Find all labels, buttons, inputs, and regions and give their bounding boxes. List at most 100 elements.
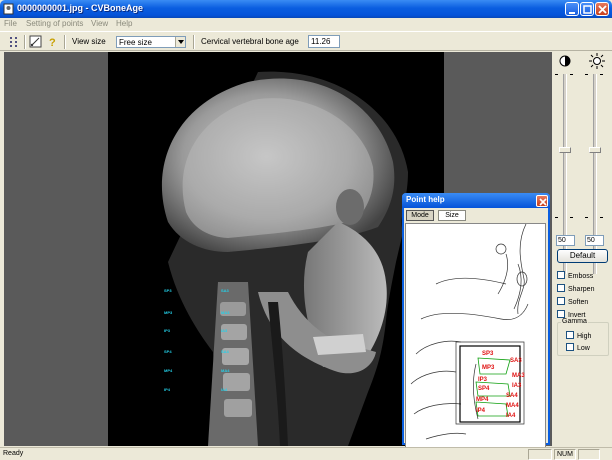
vertebra-diagram: SP3 SA3 MP3 MA3 IP3 IA3 SP4 SA4 MP4 MA4 … bbox=[405, 223, 546, 457]
chevron-down-icon bbox=[175, 37, 185, 47]
slider-tick bbox=[585, 74, 588, 75]
checkbox-box bbox=[566, 343, 574, 351]
soften-label: Soften bbox=[568, 299, 589, 306]
app-icon bbox=[3, 3, 14, 15]
status-cell bbox=[578, 449, 600, 460]
landmark-label: IA4 bbox=[221, 387, 228, 392]
close-icon bbox=[598, 5, 607, 14]
bone-age-value: 11.26 bbox=[308, 35, 340, 48]
gamma-group: Gamma High Low bbox=[557, 318, 609, 356]
landmark-label: SA3 bbox=[221, 288, 229, 293]
landmark-label: IP4 bbox=[164, 387, 171, 392]
tab-mode[interactable]: Mode bbox=[406, 210, 434, 221]
status-bar: Ready NUM bbox=[0, 447, 612, 460]
landmark-label: SA4 bbox=[506, 393, 518, 399]
landmark-label: MP3 bbox=[164, 310, 173, 315]
xray-image[interactable]: SP3 MP3 IP3 SP4 MP4 IP4 SA3 MA3 IA3 SA4 … bbox=[108, 52, 444, 446]
skull-xray-image bbox=[161, 71, 408, 446]
landmark-label: IP4 bbox=[476, 408, 486, 414]
landmark-label: MA3 bbox=[221, 310, 230, 315]
status-text: Ready bbox=[3, 450, 24, 457]
brightness-value[interactable]: 50 bbox=[585, 235, 604, 246]
menu-bar: File Setting of points View Help bbox=[0, 18, 612, 31]
landmark-label: SP4 bbox=[164, 349, 172, 354]
view-size-value: Free size bbox=[119, 38, 152, 47]
checkbox-box bbox=[557, 284, 565, 292]
menu-view[interactable]: View bbox=[91, 19, 108, 28]
slider-tick bbox=[570, 74, 573, 75]
landmark-label: MA4 bbox=[506, 403, 519, 409]
landmark-label: MP3 bbox=[482, 365, 495, 371]
maximize-icon bbox=[583, 5, 592, 14]
close-button[interactable] bbox=[595, 2, 609, 16]
bone-age-label: Cervical vertebral bone age bbox=[201, 37, 299, 46]
landmark-label: MP4 bbox=[164, 368, 173, 373]
brightness-icon bbox=[589, 53, 605, 69]
view-size-select[interactable]: Free size bbox=[116, 36, 186, 48]
gamma-low-checkbox[interactable]: Low bbox=[566, 343, 590, 353]
minimize-icon bbox=[569, 12, 575, 14]
slider-tick bbox=[555, 217, 558, 218]
slider-tick bbox=[555, 74, 558, 75]
landmark-label: IP3 bbox=[164, 328, 171, 333]
landmark-label: IA4 bbox=[506, 413, 516, 419]
soften-checkbox[interactable]: Soften bbox=[557, 297, 588, 307]
maximize-button[interactable] bbox=[580, 2, 594, 16]
landmark-label: SP4 bbox=[478, 386, 490, 392]
brightness-slider-thumb[interactable] bbox=[589, 147, 601, 153]
emboss-checkbox[interactable]: Emboss bbox=[557, 271, 593, 281]
view-size-label: View size bbox=[72, 37, 106, 46]
menu-help[interactable]: Help bbox=[116, 19, 132, 28]
toolbar-separator bbox=[193, 35, 195, 49]
landmark-label: IA3 bbox=[512, 383, 522, 389]
gamma-low-label: Low bbox=[577, 345, 590, 352]
menu-file[interactable]: File bbox=[4, 19, 17, 28]
landmark-label: IA3 bbox=[221, 328, 228, 333]
close-icon bbox=[539, 198, 547, 206]
help-icon[interactable]: ? bbox=[47, 35, 60, 48]
emboss-label: Emboss bbox=[568, 273, 594, 280]
num-lock-indicator: NUM bbox=[554, 449, 576, 460]
checkbox-box bbox=[557, 271, 565, 279]
landmark-label: SP3 bbox=[164, 288, 172, 293]
cervical-vertebra-sketch bbox=[410, 224, 529, 440]
point-help-title-bar[interactable]: Point help bbox=[402, 193, 550, 208]
gamma-high-label: High bbox=[577, 333, 592, 340]
contrast-icon bbox=[559, 55, 571, 67]
contrast-value[interactable]: 50 bbox=[556, 235, 575, 246]
landmark-label: MA3 bbox=[512, 373, 525, 379]
tab-size[interactable]: Size bbox=[438, 210, 466, 221]
svg-text:?: ? bbox=[49, 37, 56, 48]
landmark-label: SA4 bbox=[221, 349, 229, 354]
contrast-slider-thumb[interactable] bbox=[559, 147, 571, 153]
minimize-button[interactable] bbox=[565, 2, 579, 16]
gamma-high-checkbox[interactable]: High bbox=[566, 331, 591, 341]
title-bar: 0000000001.jpg - CVBoneAge bbox=[0, 0, 612, 18]
toolbar-separator bbox=[24, 35, 26, 49]
sharpen-checkbox[interactable]: Sharpen bbox=[557, 284, 594, 294]
checkbox-box bbox=[566, 331, 574, 339]
point-help-title: Point help bbox=[406, 195, 445, 204]
status-cell bbox=[528, 449, 552, 460]
landmark-label: SP3 bbox=[482, 351, 494, 357]
toolbar-separator bbox=[64, 35, 66, 49]
default-button[interactable]: Default bbox=[557, 249, 608, 263]
point-help-body: Mode Size SP3 SA3 MP3 MA3 IP3 IA3 SP4 SA… bbox=[404, 208, 548, 457]
landmark-label: IP3 bbox=[478, 377, 488, 383]
toolbar: ? View size Free size Cervical vertebral… bbox=[0, 31, 612, 51]
landmark-label: MP4 bbox=[476, 397, 489, 403]
window-title: 0000000001.jpg - CVBoneAge bbox=[17, 3, 144, 13]
slider-tick bbox=[570, 217, 573, 218]
points-icon[interactable] bbox=[7, 35, 20, 48]
slider-tick bbox=[585, 217, 588, 218]
point-help-close-button[interactable] bbox=[536, 195, 548, 207]
menu-setting-of-points[interactable]: Setting of points bbox=[26, 19, 83, 28]
landmark-label: MA4 bbox=[221, 368, 230, 373]
landmark-label: SA3 bbox=[510, 358, 522, 364]
point-help-window[interactable]: Point help Mode Size SP3 SA3 MP3 MA3 IP3… bbox=[402, 193, 550, 457]
checkbox-box bbox=[557, 297, 565, 305]
gamma-legend: Gamma bbox=[561, 318, 588, 325]
slider-tick bbox=[600, 217, 603, 218]
measure-icon[interactable] bbox=[29, 35, 42, 48]
slider-tick bbox=[600, 74, 603, 75]
